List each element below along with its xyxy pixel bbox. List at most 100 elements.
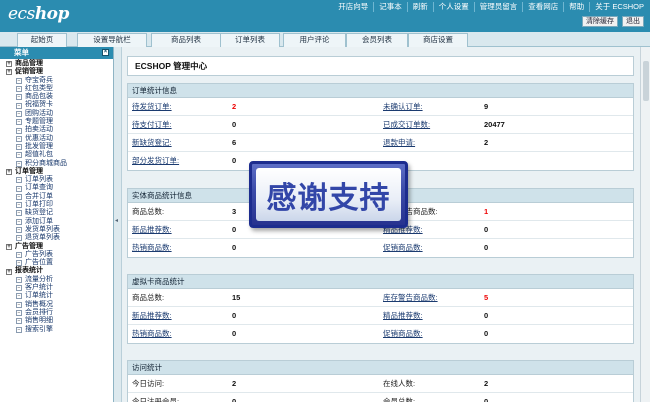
stat-label[interactable]: 库存警告商品数:	[383, 289, 438, 307]
stat-label[interactable]: 热销商品数:	[132, 325, 172, 343]
sidebar-item[interactable]: − 搜索引擎	[0, 326, 113, 334]
sidebar-item[interactable]: − 合并订单	[0, 193, 113, 201]
sidebar-group[interactable]: + 促销管理	[0, 68, 113, 76]
sidebar-item[interactable]: − 会员排行	[0, 309, 113, 317]
bullet-box-icon: −	[16, 301, 22, 308]
sidebar-group[interactable]: + 订单管理	[0, 168, 113, 176]
top-nav-link[interactable]: 刷新	[408, 2, 434, 12]
expand-toggle-icon[interactable]: +	[6, 243, 12, 250]
sidebar-group[interactable]: + 广告管理	[0, 243, 113, 251]
bullet-box-icon: −	[16, 318, 22, 325]
expand-toggle-icon[interactable]: +	[6, 169, 12, 175]
stat-label[interactable]: 促销商品数:	[383, 239, 423, 257]
bullet-box-icon: −	[16, 210, 22, 217]
sidebar-item[interactable]: − 拍卖活动	[0, 126, 113, 134]
sidebar-item[interactable]: − 添加订单	[0, 218, 113, 226]
tab-item[interactable]: 商店设置	[408, 33, 468, 47]
bullet-box-icon: −	[16, 326, 22, 333]
clear-cache-button[interactable]: 清除缓存	[582, 16, 618, 27]
stats-row: 商品总数: 15 库存警告商品数: 5	[128, 289, 633, 307]
collapse-arrow-icon[interactable]: ◂	[115, 217, 118, 224]
top-nav-link[interactable]: 记事本	[374, 2, 408, 12]
stat-label[interactable]: 热销商品数:	[132, 239, 172, 257]
bullet-box-icon: −	[16, 110, 22, 117]
expand-toggle-icon[interactable]: +	[6, 69, 12, 76]
sidebar-item[interactable]: − 客户统计	[0, 284, 113, 292]
tab-item[interactable]: 订单列表	[220, 33, 280, 47]
stat-label: 在线人数:	[383, 379, 416, 388]
stat-label[interactable]: 新品推荐数:	[132, 221, 172, 239]
ecshop-logo[interactable]: ecshop	[8, 4, 69, 24]
sidebar-splitter[interactable]: ◂	[114, 47, 122, 402]
stat-label[interactable]: 已成交订单数:	[383, 116, 430, 134]
sidebar-item[interactable]: − 积分商城商品	[0, 160, 113, 168]
stat-label[interactable]: 新缺货登记:	[132, 134, 172, 152]
sidebar-item[interactable]: − 商品包装	[0, 93, 113, 101]
header-buttons: 清除缓存 退出	[582, 16, 644, 27]
stat-label[interactable]: 退款申请:	[383, 134, 415, 152]
sidebar-item[interactable]: − 订单统计	[0, 292, 113, 300]
tab-bar: 起始页 设置导航栏 商品列表 订单列表 用户评论 会员列表 商店设置	[0, 32, 650, 47]
stat-label[interactable]: 新品推荐数:	[132, 307, 172, 325]
tab-item[interactable]: 商品列表	[151, 33, 221, 47]
stat-value: 0	[484, 329, 489, 338]
tab-item[interactable]: 起始页	[17, 33, 67, 47]
sidebar-item[interactable]: − 广告列表	[0, 251, 113, 259]
sidebar-group[interactable]: + 报表统计	[0, 267, 113, 275]
stat-label[interactable]: 待支付订单:	[132, 116, 172, 134]
tab-item[interactable]: 设置导航栏	[77, 33, 147, 47]
sidebar-item[interactable]: − 红包类型	[0, 85, 113, 93]
sidebar-item[interactable]: − 发货单列表	[0, 226, 113, 234]
sidebar-item[interactable]: − 专题管理	[0, 118, 113, 126]
stat-label: 商品总数:	[132, 207, 165, 216]
sidebar-item-label: 祝福贺卡	[25, 101, 53, 109]
logout-button[interactable]: 退出	[622, 16, 644, 27]
scrollbar-thumb[interactable]	[643, 61, 649, 101]
sidebar-close-icon[interactable]: ×	[102, 49, 109, 56]
bullet-box-icon: −	[16, 152, 22, 159]
stats-row: 今日注册会员: 0 会员总数: 0	[128, 393, 633, 402]
sidebar-item-label: 优惠活动	[25, 134, 53, 142]
sidebar-item[interactable]: − 退货单列表	[0, 234, 113, 242]
bullet-box-icon: −	[16, 235, 22, 242]
bullet-box-icon: −	[16, 144, 22, 151]
sidebar-item[interactable]: − 批发管理	[0, 143, 113, 151]
sidebar-item[interactable]: − 流量分析	[0, 276, 113, 284]
stats-panel: 订单统计信息 待发货订单: 2 未确认订单: 9 待支付订单: 0 已成交订单数: 20477 新…	[127, 83, 634, 171]
sidebar-item[interactable]: − 缺货登记	[0, 209, 113, 217]
top-nav-link[interactable]: 帮助	[564, 2, 591, 12]
stats-row: 热销商品数: 0 促销商品数: 0	[128, 239, 633, 257]
sidebar-item[interactable]: − 订单查询	[0, 184, 113, 192]
top-nav-link[interactable]: 查看网店	[523, 2, 565, 12]
stat-label[interactable]: 待发货订单:	[132, 98, 172, 116]
expand-toggle-icon[interactable]: +	[6, 268, 12, 275]
main-scrollbar[interactable]	[640, 47, 650, 402]
stat-label[interactable]: 精品推荐数:	[383, 307, 423, 325]
sidebar-item[interactable]: − 销售概况	[0, 301, 113, 309]
stat-value: 0	[484, 397, 489, 402]
sidebar-item[interactable]: − 团购活动	[0, 110, 113, 118]
top-nav-link[interactable]: 关于 ECSHOP	[590, 2, 646, 12]
sidebar-item[interactable]: − 订单打印	[0, 201, 113, 209]
sidebar-item[interactable]: − 夺宝奇兵	[0, 77, 113, 85]
sidebar-item[interactable]: − 超值礼包	[0, 151, 113, 159]
bullet-box-icon: −	[16, 177, 22, 184]
top-nav-link[interactable]: 个人设置	[434, 2, 475, 12]
top-nav-link[interactable]: 管理员留言	[475, 2, 524, 12]
stats-row: 新品推荐数: 0 精品推荐数: 0	[128, 307, 633, 325]
tab-item[interactable]: 会员列表	[346, 33, 408, 47]
bullet-box-icon: −	[16, 102, 22, 109]
sidebar-item[interactable]: − 祝福贺卡	[0, 101, 113, 109]
sidebar-item[interactable]: − 销售明细	[0, 317, 113, 325]
stat-label[interactable]: 未确认订单:	[383, 98, 423, 116]
sidebar: 菜单 × + 商品管理 + 促销管理 − 夺宝奇兵 − 红包类型 − 商品包装 − 祝福贺卡 − 团购活动…	[0, 47, 114, 402]
expand-toggle-icon[interactable]: +	[6, 61, 12, 68]
top-nav-link[interactable]: 开店向导	[333, 2, 375, 12]
stat-value: 2	[484, 379, 489, 388]
tab-item[interactable]: 用户评论	[283, 33, 346, 47]
stat-value: 9	[484, 102, 489, 111]
sidebar-item[interactable]: − 订单列表	[0, 176, 113, 184]
stat-label[interactable]: 促销商品数:	[383, 325, 423, 343]
stat-label[interactable]: 部分发货订单:	[132, 152, 179, 170]
sidebar-item[interactable]: − 优惠活动	[0, 135, 113, 143]
